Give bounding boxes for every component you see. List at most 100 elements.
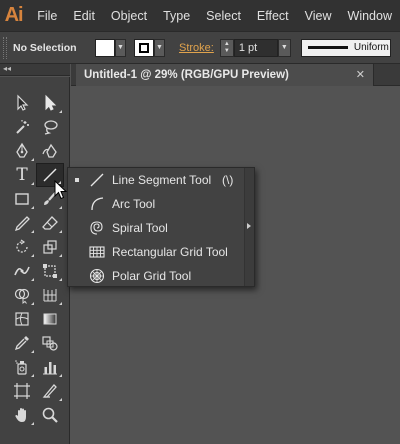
flyout-indicator: [59, 110, 62, 113]
tool-row: [8, 139, 64, 163]
fill-swatch[interactable]: [95, 38, 115, 57]
tearoff-expander[interactable]: [244, 168, 254, 286]
pencil-tool-icon: [14, 216, 30, 232]
symbol-sprayer-tool[interactable]: [8, 355, 36, 379]
flyout-item-spiral[interactable]: Spiral Tool: [68, 216, 254, 240]
document-tab-bar: Untitled-1 @ 29% (RGB/GPU Preview) ✕: [71, 64, 400, 86]
flyout-indicator: [31, 374, 34, 377]
flyout-indicator: [31, 182, 34, 185]
spinner-up-icon[interactable]: ▲: [224, 41, 230, 48]
magic-wand-tool-icon: [16, 120, 29, 134]
menu-effect[interactable]: Effect: [249, 9, 297, 23]
rectangular-grid-icon: [89, 246, 105, 258]
rotate-tool[interactable]: [8, 235, 36, 259]
flyout-item-line-segment[interactable]: Line Segment Tool (\): [68, 168, 254, 192]
symbol-sprayer-tool-icon: [15, 360, 27, 375]
artboard-tool[interactable]: [8, 379, 36, 403]
tool-row: [8, 403, 64, 427]
pen-tool-icon: [16, 142, 28, 158]
control-bar-grip[interactable]: [3, 36, 7, 59]
direct-selection-tool[interactable]: [36, 91, 64, 115]
zoom-tool[interactable]: [36, 403, 64, 427]
tool-row: [8, 235, 64, 259]
blend-tool[interactable]: [36, 331, 64, 355]
eraser-tool[interactable]: [36, 211, 64, 235]
slice-tool[interactable]: [36, 379, 64, 403]
collapse-icon[interactable]: ◂◂: [3, 64, 11, 73]
flyout-item-arc[interactable]: Arc Tool: [68, 192, 254, 216]
spinner-down-icon[interactable]: ▼: [224, 48, 230, 55]
line-tools-flyout: Line Segment Tool (\) Arc Tool Spiral To…: [67, 167, 255, 287]
lasso-tool[interactable]: [36, 115, 64, 139]
flyout-indicator: [59, 374, 62, 377]
hand-tool[interactable]: [8, 403, 36, 427]
menu-file[interactable]: File: [27, 9, 65, 23]
gradient-tool-icon: [43, 313, 57, 325]
spiral-icon: [90, 221, 103, 235]
mesh-tool-icon: [15, 312, 29, 326]
flyout-item-rectangular-grid[interactable]: Rectangular Grid Tool: [68, 240, 254, 264]
eraser-tool-icon: [42, 216, 58, 230]
flyout-indicator: [31, 302, 34, 305]
eyedropper-tool[interactable]: [8, 331, 36, 355]
stroke-weight-input[interactable]: 1 pt: [233, 38, 278, 57]
document-tab[interactable]: Untitled-1 @ 29% (RGB/GPU Preview) ✕: [76, 64, 374, 86]
menu-view[interactable]: View: [297, 9, 340, 23]
free-transform-tool[interactable]: [36, 259, 64, 283]
control-bar: No Selection ▼ ▼ Stroke: ▲ ▼ 1 pt ▼ Unifo…: [0, 31, 400, 64]
flyout-indicator: [31, 254, 34, 257]
selection-tool[interactable]: [8, 91, 36, 115]
stroke-swatch[interactable]: [134, 38, 154, 57]
menu-edit[interactable]: Edit: [65, 9, 103, 23]
column-graph-tool-icon: [43, 362, 57, 375]
shape-builder-tool-icon: [14, 288, 30, 304]
hand-tool-icon: [15, 408, 26, 422]
flyout-item-label: Spiral Tool: [112, 221, 168, 235]
blend-tool-icon: [42, 336, 58, 351]
stroke-dropdown-button[interactable]: ▼: [154, 38, 165, 57]
menu-object[interactable]: Object: [103, 9, 155, 23]
tool-row: [8, 91, 64, 115]
flyout-item-label: Rectangular Grid Tool: [112, 245, 228, 259]
slice-tool-icon: [42, 384, 57, 398]
menu-select[interactable]: Select: [198, 9, 249, 23]
menu-items: File Edit Object Type Select Effect View…: [27, 9, 400, 23]
width-tool-icon: [14, 266, 30, 276]
stroke-weight-spinner[interactable]: ▲ ▼: [219, 38, 234, 57]
column-graph-tool[interactable]: [36, 355, 64, 379]
flyout-indicator: [31, 230, 34, 233]
flyout-indicator: [31, 278, 34, 281]
stroke-weight-dropdown[interactable]: ▼: [277, 38, 291, 57]
scale-tool[interactable]: [36, 235, 64, 259]
pencil-tool[interactable]: [8, 211, 36, 235]
menu-type[interactable]: Type: [155, 9, 198, 23]
stroke-swatch-icon: [139, 42, 149, 53]
curvature-tool[interactable]: [36, 139, 64, 163]
magic-wand-tool[interactable]: [8, 115, 36, 139]
width-tool[interactable]: [8, 259, 36, 283]
polar-grid-icon: [89, 268, 105, 284]
shape-builder-tool[interactable]: [8, 283, 36, 307]
shortcut-label: (\): [222, 173, 234, 187]
mesh-tool[interactable]: [8, 307, 36, 331]
flyout-item-polar-grid[interactable]: Polar Grid Tool: [68, 264, 254, 288]
artboard-tool-icon: [14, 383, 30, 399]
fill-dropdown-button[interactable]: ▼: [115, 38, 126, 57]
close-icon[interactable]: ✕: [356, 68, 365, 81]
flyout-indicator: [31, 350, 34, 353]
variable-width-profile[interactable]: Uniform: [300, 38, 391, 57]
rectangle-tool[interactable]: [8, 187, 36, 211]
flyout-indicator: [31, 206, 34, 209]
type-tool[interactable]: T: [8, 163, 36, 187]
perspective-grid-tool[interactable]: [36, 283, 64, 307]
menu-window[interactable]: Window: [340, 9, 400, 23]
selection-tool-icon: [17, 94, 29, 111]
pen-tool[interactable]: [8, 139, 36, 163]
mouse-cursor-icon: [54, 180, 68, 200]
gradient-tool[interactable]: [36, 307, 64, 331]
flyout-indicator: [59, 302, 62, 305]
tool-row: [8, 283, 64, 307]
lasso-tool-icon: [44, 120, 58, 135]
stroke-label[interactable]: Stroke:: [179, 42, 214, 54]
tool-row: [8, 307, 64, 331]
